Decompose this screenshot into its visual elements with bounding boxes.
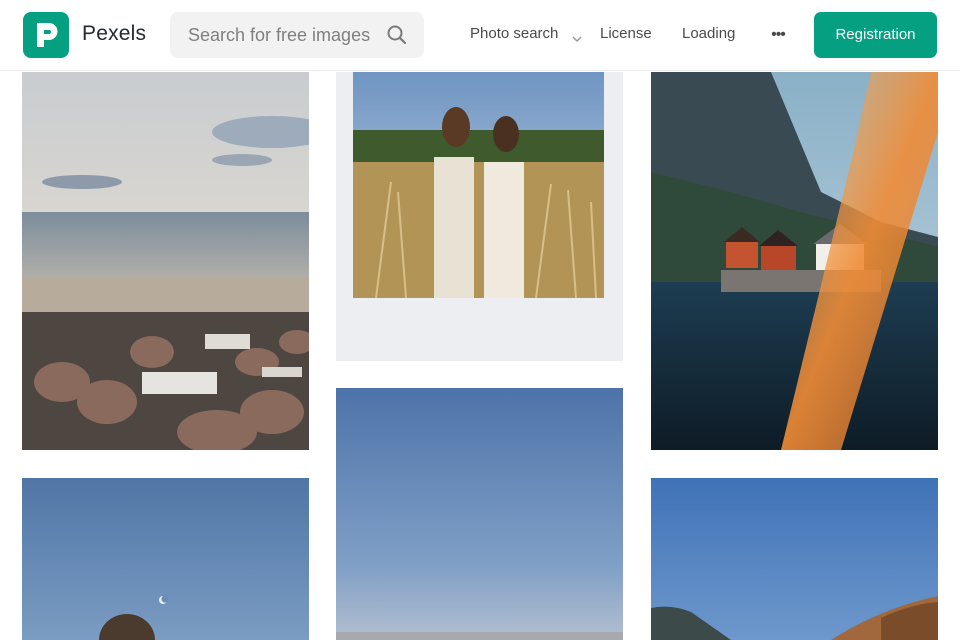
pexels-logo-icon[interactable] — [23, 12, 69, 58]
chevron-down-icon[interactable] — [572, 30, 582, 43]
registration-button[interactable]: Registration — [814, 12, 937, 58]
nav-license[interactable]: License — [600, 25, 652, 42]
brand-name[interactable]: Pexels — [82, 22, 146, 46]
top-navigation-bar: Pexels Photo search License Loading ••• … — [0, 0, 960, 71]
photo-sky-hills[interactable] — [651, 478, 938, 640]
photo-polaroid-women[interactable] — [336, 72, 623, 361]
photo-sky-gradient[interactable] — [336, 388, 623, 640]
photo-beach-lounge[interactable] — [22, 72, 309, 450]
more-options-icon[interactable]: ••• — [767, 26, 789, 44]
nav-photo-search[interactable]: Photo search — [470, 25, 558, 42]
search-bar[interactable] — [170, 12, 424, 58]
search-input[interactable] — [188, 12, 378, 58]
photo-sky-moon[interactable] — [22, 478, 309, 640]
nav-loading[interactable]: Loading — [682, 25, 735, 42]
photo-fjord-houses[interactable] — [651, 72, 938, 450]
search-icon[interactable] — [386, 24, 408, 46]
